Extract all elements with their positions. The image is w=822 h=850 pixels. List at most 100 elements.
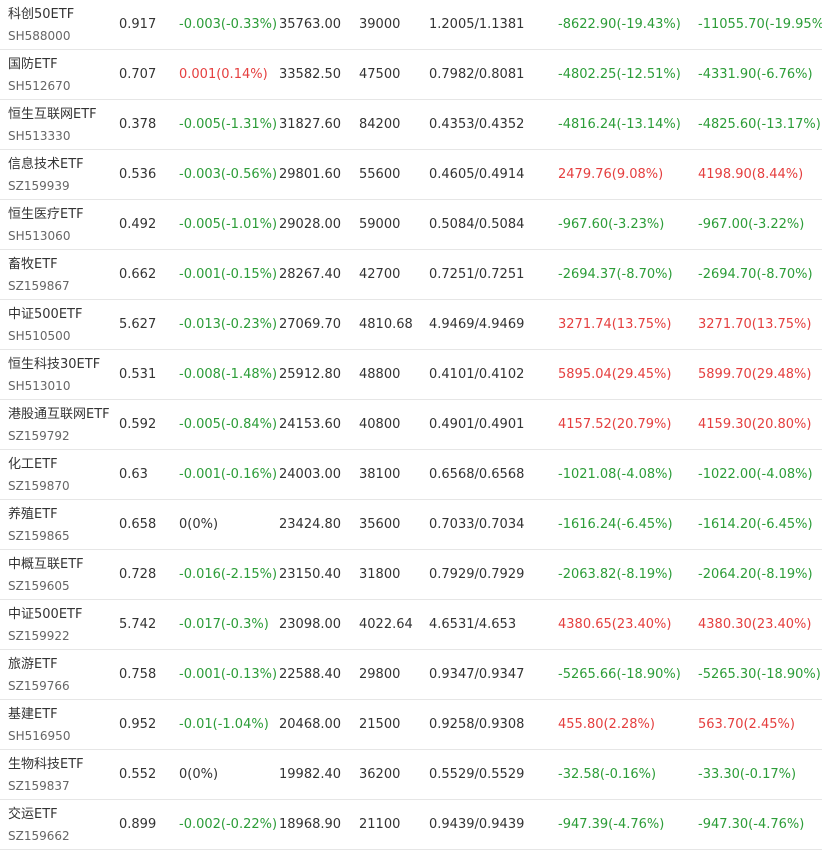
fund-name[interactable]: 养殖ETF xyxy=(8,505,112,524)
fund-name[interactable]: 恒生医疗ETF xyxy=(8,205,112,224)
fund-cell[interactable]: 中概互联ETF SZ159605 xyxy=(8,555,112,595)
fund-name[interactable]: 化工ETF xyxy=(8,455,112,474)
amount-cell: 33582.50 xyxy=(279,67,342,82)
fund-cell[interactable]: 国防ETF SH512670 xyxy=(8,55,112,95)
price-cell: 0.917 xyxy=(119,17,157,32)
fund-cell[interactable]: 恒生科技30ETF SH513010 xyxy=(8,355,112,395)
fund-name[interactable]: 畜牧ETF xyxy=(8,255,112,274)
table-row[interactable]: 畜牧ETF SZ159867 0.662 -0.001(-0.15%) 2826… xyxy=(0,250,822,300)
fund-name[interactable]: 中证500ETF xyxy=(8,605,112,624)
table-row[interactable]: 恒生医疗ETF SH513060 0.492 -0.005(-1.01%) 29… xyxy=(0,200,822,250)
fund-cell[interactable]: 中证500ETF SZ159922 xyxy=(8,605,112,645)
profit-cell-2: 4380.30(23.40%) xyxy=(698,617,812,632)
volume-cell: 42700 xyxy=(359,267,401,282)
range-cell: 4.6531/4.653 xyxy=(429,617,517,632)
fund-name[interactable]: 交运ETF xyxy=(8,805,112,824)
table-row[interactable]: 科创50ETF SH588000 0.917 -0.003(-0.33%) 35… xyxy=(0,0,822,50)
fund-cell[interactable]: 恒生互联网ETF SH513330 xyxy=(8,105,112,145)
range-cell: 0.9347/0.9347 xyxy=(429,667,525,682)
profit-cell-2: -5265.30(-18.90%) xyxy=(698,667,821,682)
profit-cell-2: 3271.70(13.75%) xyxy=(698,317,812,332)
fund-name[interactable]: 信息技术ETF xyxy=(8,155,112,174)
change-cell: -0.005(-1.01%) xyxy=(179,217,278,232)
amount-cell: 27069.70 xyxy=(279,317,342,332)
fund-name[interactable]: 生物科技ETF xyxy=(8,755,112,774)
profit-cell-1: -2694.37(-8.70%) xyxy=(558,267,673,282)
change-cell: -0.005(-1.31%) xyxy=(179,117,278,132)
amount-cell: 24003.00 xyxy=(279,467,342,482)
fund-code: SZ159939 xyxy=(8,179,70,193)
fund-name[interactable]: 恒生互联网ETF xyxy=(8,105,112,124)
profit-cell-2: -2064.20(-8.19%) xyxy=(698,567,813,582)
fund-name[interactable]: 旅游ETF xyxy=(8,655,112,674)
fund-name[interactable]: 基建ETF xyxy=(8,705,112,724)
table-row[interactable]: 养殖ETF SZ159865 0.658 0(0%) 23424.80 3560… xyxy=(0,500,822,550)
price-cell: 0.707 xyxy=(119,67,157,82)
table-row[interactable]: 恒生科技30ETF SH513010 0.531 -0.008(-1.48%) … xyxy=(0,350,822,400)
range-cell: 0.6568/0.6568 xyxy=(429,467,525,482)
change-cell: -0.001(-0.16%) xyxy=(179,467,278,482)
profit-cell-2: -947.30(-4.76%) xyxy=(698,817,805,832)
fund-cell[interactable]: 恒生医疗ETF SH513060 xyxy=(8,205,112,245)
fund-name[interactable]: 港股通互联网ETF xyxy=(8,405,112,424)
fund-cell[interactable]: 信息技术ETF SZ159939 xyxy=(8,155,112,195)
fund-code: SH512670 xyxy=(8,79,71,93)
fund-cell[interactable]: 养殖ETF SZ159865 xyxy=(8,505,112,545)
profit-cell-1: 4380.65(23.40%) xyxy=(558,617,672,632)
table-row[interactable]: 中证500ETF SZ159922 5.742 -0.017(-0.3%) 23… xyxy=(0,600,822,650)
fund-cell[interactable]: 旅游ETF SZ159766 xyxy=(8,655,112,695)
amount-cell: 23424.80 xyxy=(279,517,342,532)
fund-cell[interactable]: 畜牧ETF SZ159867 xyxy=(8,255,112,295)
amount-cell: 29801.60 xyxy=(279,167,342,182)
table-row[interactable]: 信息技术ETF SZ159939 0.536 -0.003(-0.56%) 29… xyxy=(0,150,822,200)
change-cell: -0.005(-0.84%) xyxy=(179,417,278,432)
table-row[interactable]: 中概互联ETF SZ159605 0.728 -0.016(-2.15%) 23… xyxy=(0,550,822,600)
fund-cell[interactable]: 化工ETF SZ159870 xyxy=(8,455,112,495)
change-cell: -0.001(-0.15%) xyxy=(179,267,278,282)
range-cell: 0.7929/0.7929 xyxy=(429,567,525,582)
table-row[interactable]: 基建ETF SH516950 0.952 -0.01(-1.04%) 20468… xyxy=(0,700,822,750)
profit-cell-1: -4802.25(-12.51%) xyxy=(558,67,681,82)
table-row[interactable]: 旅游ETF SZ159766 0.758 -0.001(-0.13%) 2258… xyxy=(0,650,822,700)
table-row[interactable]: 港股通互联网ETF SZ159792 0.592 -0.005(-0.84%) … xyxy=(0,400,822,450)
fund-cell[interactable]: 中证500ETF SH510500 xyxy=(8,305,112,345)
fund-code: SZ159865 xyxy=(8,529,70,543)
volume-cell: 4810.68 xyxy=(359,317,413,332)
profit-cell-2: -11055.70(-19.95%) xyxy=(698,17,822,32)
amount-cell: 35763.00 xyxy=(279,17,342,32)
amount-cell: 18968.90 xyxy=(279,817,342,832)
fund-name[interactable]: 科创50ETF xyxy=(8,5,112,24)
amount-cell: 19982.40 xyxy=(279,767,342,782)
fund-code: SZ159766 xyxy=(8,679,70,693)
profit-cell-1: 455.80(2.28%) xyxy=(558,717,655,732)
fund-code: SH588000 xyxy=(8,29,71,43)
range-cell: 0.7033/0.7034 xyxy=(429,517,525,532)
profit-cell-1: -1616.24(-6.45%) xyxy=(558,517,673,532)
table-row[interactable]: 交运ETF SZ159662 0.899 -0.002(-0.22%) 1896… xyxy=(0,800,822,850)
fund-cell[interactable]: 科创50ETF SH588000 xyxy=(8,5,112,45)
fund-name[interactable]: 恒生科技30ETF xyxy=(8,355,112,374)
profit-cell-1: -4816.24(-13.14%) xyxy=(558,117,681,132)
fund-cell[interactable]: 生物科技ETF SZ159837 xyxy=(8,755,112,795)
table-row[interactable]: 化工ETF SZ159870 0.63 -0.001(-0.16%) 24003… xyxy=(0,450,822,500)
profit-cell-1: 3271.74(13.75%) xyxy=(558,317,672,332)
volume-cell: 38100 xyxy=(359,467,401,482)
fund-name[interactable]: 中证500ETF xyxy=(8,305,112,324)
fund-name[interactable]: 中概互联ETF xyxy=(8,555,112,574)
amount-cell: 29028.00 xyxy=(279,217,342,232)
profit-cell-1: -2063.82(-8.19%) xyxy=(558,567,673,582)
fund-name[interactable]: 国防ETF xyxy=(8,55,112,74)
range-cell: 0.5529/0.5529 xyxy=(429,767,525,782)
table-row[interactable]: 生物科技ETF SZ159837 0.552 0(0%) 19982.40 36… xyxy=(0,750,822,800)
fund-cell[interactable]: 港股通互联网ETF SZ159792 xyxy=(8,405,112,445)
fund-cell[interactable]: 交运ETF SZ159662 xyxy=(8,805,112,845)
fund-cell[interactable]: 基建ETF SH516950 xyxy=(8,705,112,745)
change-cell: 0.001(0.14%) xyxy=(179,67,268,82)
profit-cell-2: 563.70(2.45%) xyxy=(698,717,795,732)
table-row[interactable]: 恒生互联网ETF SH513330 0.378 -0.005(-1.31%) 3… xyxy=(0,100,822,150)
profit-cell-1: -8622.90(-19.43%) xyxy=(558,17,681,32)
table-row[interactable]: 国防ETF SH512670 0.707 0.001(0.14%) 33582.… xyxy=(0,50,822,100)
table-row[interactable]: 中证500ETF SH510500 5.627 -0.013(-0.23%) 2… xyxy=(0,300,822,350)
volume-cell: 48800 xyxy=(359,367,401,382)
range-cell: 0.7251/0.7251 xyxy=(429,267,525,282)
